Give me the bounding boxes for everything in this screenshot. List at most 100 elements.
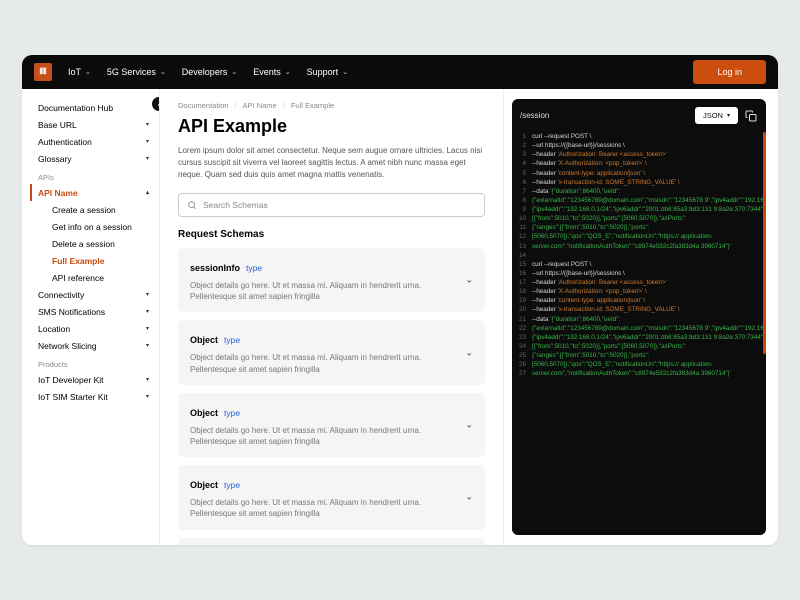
code-line: 11{"ranges":[{"from":5010,"to":5020}],"p… <box>518 223 760 232</box>
breadcrumb-item[interactable]: API Name <box>243 101 277 110</box>
code-line: 3--header 'Authorization: Bearer <access… <box>518 150 760 159</box>
breadcrumb-sep: / <box>234 101 236 110</box>
code-text: --header 'X-Authorization: <pop_token>' … <box>532 287 647 296</box>
sidebar-item[interactable]: IoT Developer Kit▾ <box>32 371 159 388</box>
collapse-sidebar-button[interactable]: ‹ <box>152 97 160 111</box>
schema-type: type <box>246 263 262 273</box>
code-text: server.com","notificationAuthToken":"c89… <box>532 242 731 251</box>
schema-card[interactable]: sessionInfotypeObject details go here. U… <box>178 248 485 312</box>
line-number: 9 <box>518 205 532 214</box>
nav-item[interactable]: Events⌄ <box>253 67 290 77</box>
page-description: Lorem ipsum dolor sit amet consectetur. … <box>178 145 485 181</box>
code-text: [5060,5070]},"qos":"QOS_E","notification… <box>532 360 713 369</box>
breadcrumb-item[interactable]: Documentation <box>178 101 228 110</box>
line-number: 25 <box>518 351 532 360</box>
schema-name: sessionInfo <box>190 263 240 273</box>
sidebar-item-label: IoT Developer Kit <box>38 375 104 385</box>
schema-card[interactable]: ObjecttypeObject details go here. Ut et … <box>178 538 485 546</box>
chevron-down-icon: ▾ <box>727 112 730 119</box>
code-line: 10[{"from":5010,"to":5020}],"ports":[506… <box>518 214 760 223</box>
chevron-down-icon: ⌄ <box>465 275 473 286</box>
sidebar-item[interactable]: Documentation Hub <box>32 99 159 116</box>
caret-down-icon: ▾ <box>146 138 149 145</box>
code-line: 21--data '{"duration":86400,"ueId": <box>518 315 760 324</box>
nav-item[interactable]: Support⌄ <box>307 67 348 77</box>
sidebar-item[interactable]: SMS Notifications▾ <box>32 303 159 320</box>
sidebar-item[interactable]: API reference <box>48 269 159 286</box>
sidebar-item[interactable]: Delete a session <box>48 235 159 252</box>
code-text: server.com","notificationAuthToken":"c89… <box>532 369 731 378</box>
line-number: 16 <box>518 269 532 278</box>
schema-card[interactable]: ObjecttypeObject details go here. Ut et … <box>178 393 485 457</box>
copy-button[interactable] <box>744 109 758 123</box>
schema-card[interactable]: ObjecttypeObject details go here. Ut et … <box>178 465 485 529</box>
sidebar-item[interactable]: Glossary▾ <box>32 150 159 167</box>
schema-card[interactable]: ObjecttypeObject details go here. Ut et … <box>178 320 485 384</box>
code-body[interactable]: 1curl --request POST \2--url https://{{b… <box>512 132 766 535</box>
sidebar-item-label: Get info on a session <box>52 222 132 232</box>
sidebar-item-api-name[interactable]: API Name ▴ <box>30 184 159 201</box>
code-text: --header 'content-type: application/json… <box>532 169 645 178</box>
code-text: --header 'Authorization: Bearer <access_… <box>532 150 667 159</box>
line-number: 18 <box>518 287 532 296</box>
schema-type: type <box>224 408 240 418</box>
line-number: 17 <box>518 278 532 287</box>
breadcrumb: Documentation/API Name/Full Example <box>178 101 485 110</box>
nav-item[interactable]: Developers⌄ <box>182 67 237 77</box>
code-line: 1curl --request POST \ <box>518 132 760 141</box>
code-line: 12[5060,5070]},"qos":"QOS_E","notificati… <box>518 232 760 241</box>
line-number: 27 <box>518 369 532 378</box>
sidebar-item[interactable]: IoT SIM Starter Kit ▾ <box>32 388 159 405</box>
sidebar-item[interactable]: Get info on a session <box>48 218 159 235</box>
format-select[interactable]: JSON ▾ <box>695 107 738 124</box>
caret-down-icon: ▾ <box>146 393 149 400</box>
sidebar-item-label: Create a session <box>52 205 116 215</box>
sidebar-item-label: IoT SIM Starter Kit <box>38 392 108 402</box>
sidebar-item[interactable]: Create a session <box>48 201 159 218</box>
nav-item[interactable]: IoT⌄ <box>68 67 91 77</box>
code-line: 14 <box>518 251 760 260</box>
code-text: {"externalId":"123456789@domain.com","ms… <box>532 196 766 205</box>
caret-down-icon: ▾ <box>146 121 149 128</box>
code-line: 2--url https://{{base-url}}/sessions \ <box>518 141 760 150</box>
code-line: 17--header 'Authorization: Bearer <acces… <box>518 278 760 287</box>
sidebar-group-apis: APIs <box>32 167 159 184</box>
line-number: 15 <box>518 260 532 269</box>
chevron-down-icon: ⌄ <box>465 347 473 358</box>
sidebar-item[interactable]: Base URL▾ <box>32 116 159 133</box>
nav-label: Events <box>253 67 281 77</box>
line-number: 3 <box>518 150 532 159</box>
schema-type: type <box>224 335 240 345</box>
page-title: API Example <box>178 116 485 137</box>
sidebar-item[interactable]: Network Slicing▾ <box>32 337 159 354</box>
content-column: Documentation/API Name/Full Example API … <box>160 89 504 545</box>
sidebar-item-label: SMS Notifications <box>38 307 105 317</box>
code-text: {"externalId":"123456789@domain.com","ms… <box>532 324 766 333</box>
code-line: 19--header 'content-type: application/js… <box>518 296 760 305</box>
caret-up-icon: ▴ <box>146 189 149 196</box>
sidebar-item[interactable]: Authentication▾ <box>32 133 159 150</box>
sidebar: ‹ Documentation HubBase URL▾Authenticati… <box>22 89 160 545</box>
brand-logo[interactable]: ⦀⦀ <box>34 63 52 81</box>
line-number: 8 <box>518 196 532 205</box>
line-number: 7 <box>518 187 532 196</box>
sidebar-item[interactable]: Location▾ <box>32 320 159 337</box>
code-text: {"ipv4addr":"192.168.0.1/24","ipv6addr":… <box>532 333 766 342</box>
sidebar-group-products: Products <box>32 354 159 371</box>
code-text: curl --request POST \ <box>532 260 591 269</box>
breadcrumb-item[interactable]: Full Example <box>291 101 334 110</box>
nav-item[interactable]: 5G Services⌄ <box>107 67 166 77</box>
sidebar-item[interactable]: Full Example <box>48 252 159 269</box>
sidebar-item[interactable]: Connectivity▾ <box>32 286 159 303</box>
schema-name: Object <box>190 335 218 345</box>
schemas-heading: Request Schemas <box>178 229 485 240</box>
line-number: 20 <box>518 305 532 314</box>
code-line: 6--header 'x-transaction-id: SOME_STRING… <box>518 178 760 187</box>
caret-down-icon: ▾ <box>146 291 149 298</box>
line-number: 21 <box>518 315 532 324</box>
schema-desc: Object details go here. Ut et massa mi. … <box>190 497 431 519</box>
search-input[interactable]: Search Schemas <box>178 193 485 217</box>
code-text: --data '{"duration":86400,"ueId": <box>532 315 620 324</box>
schema-name: Object <box>190 408 218 418</box>
login-button[interactable]: Log in <box>693 60 766 84</box>
